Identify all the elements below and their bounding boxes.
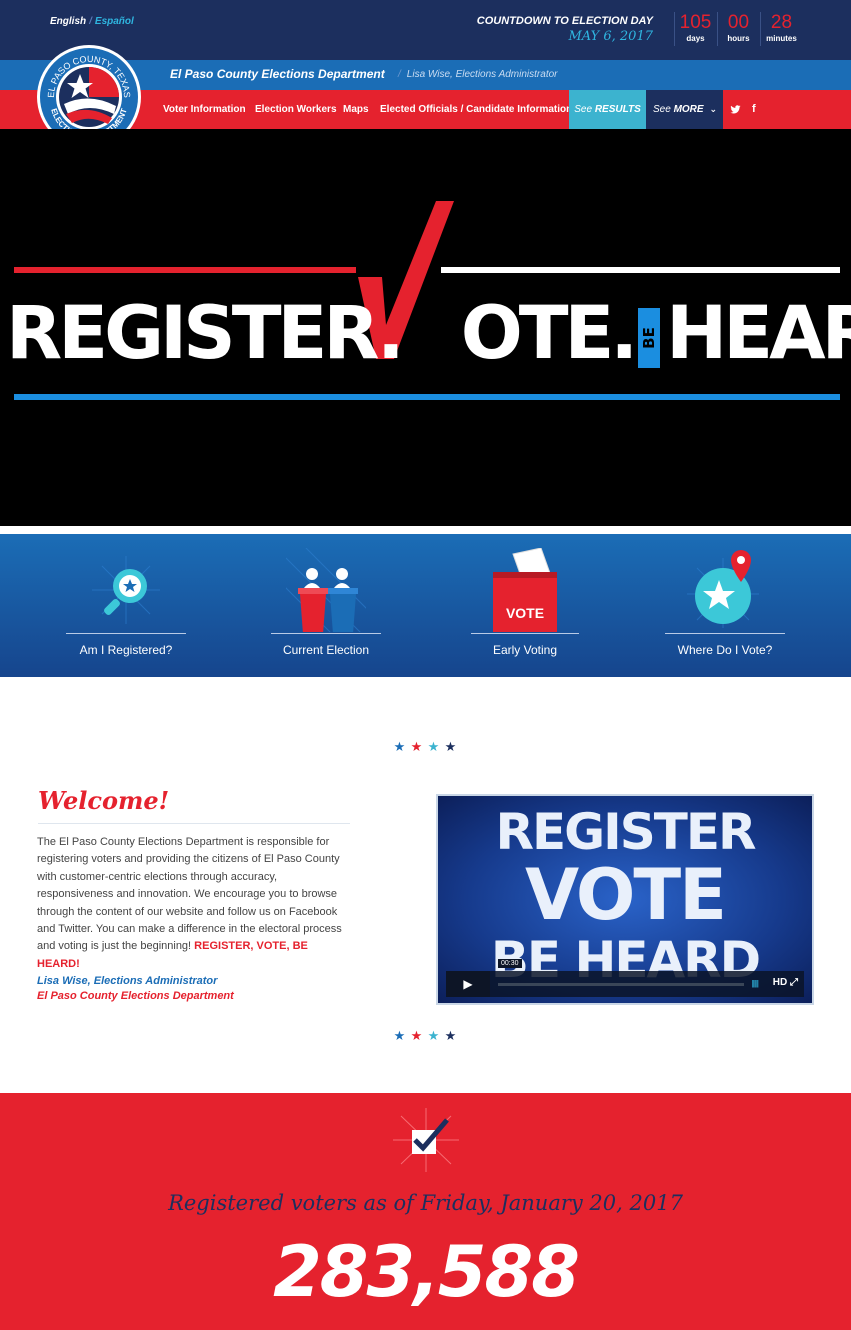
quick-link-label: Early Voting — [492, 643, 558, 657]
star-icon: ★ — [410, 739, 423, 754]
language-switcher: English / Español — [50, 16, 134, 27]
hero-be-badge: BE — [638, 307, 661, 368]
department-separator: / — [398, 69, 401, 80]
magnifier-star-icon — [92, 556, 160, 624]
star-icon: ★ — [427, 1028, 440, 1043]
quick-link-am-i-registered[interactable]: Am I Registered? — [56, 534, 196, 677]
star-icon: ★ — [444, 1028, 457, 1043]
hero-be-text: BE — [640, 327, 659, 349]
hero-white-line — [441, 267, 840, 273]
see-results-label: RESULTS — [594, 104, 641, 115]
fullscreen-icon[interactable]: ⤢ — [790, 977, 798, 988]
map-pin-star-icon — [687, 550, 759, 628]
video-line-vote: VOTE — [524, 854, 727, 936]
quick-link-rule — [665, 633, 785, 634]
see-more-prefix: See — [653, 104, 671, 115]
checkbox-icon — [393, 1108, 459, 1172]
countdown-days-unit: days — [686, 34, 705, 43]
nav-elected-officials[interactable]: Elected Officials / Candidate Informatio… — [380, 90, 572, 129]
star-icon: ★ — [393, 1028, 406, 1043]
quick-link-rule — [271, 633, 381, 634]
countdown-hours-unit: hours — [727, 34, 750, 43]
quick-link-label: Am I Registered? — [79, 643, 173, 657]
welcome-title: Welcome! — [38, 786, 170, 815]
hero-register: REGISTER. — [6, 291, 405, 376]
hero-slogan: REGISTER.OTE.BEHEARD. — [6, 289, 851, 379]
hero-red-line — [14, 267, 356, 273]
quick-link-where-do-i-vote[interactable]: Where Do I Vote? — [655, 534, 795, 677]
hd-button[interactable]: HD ⤢ — [773, 977, 798, 988]
quick-link-label: Current Election — [282, 643, 370, 657]
department-name[interactable]: El Paso County Elections Department — [170, 67, 385, 81]
volume-icon[interactable]: |||||| — [752, 979, 760, 988]
divider — [0, 526, 851, 534]
hero-banner: REGISTER.OTE.BEHEARD. — [0, 129, 851, 526]
ballot-box-icon: VOTE — [493, 548, 557, 632]
video-player[interactable]: REGISTER VOTE BE HEARD ▶ 00:30 |||||| HD… — [436, 794, 814, 1005]
nav-election-workers[interactable]: Election Workers — [255, 90, 337, 129]
ballot-box-badge: VOTE — [506, 605, 544, 621]
facebook-icon[interactable]: f — [752, 90, 756, 129]
see-more-menu[interactable]: See MORE ⌄ — [646, 90, 723, 129]
quick-link-rule — [66, 633, 186, 634]
registered-voters-count: 283,588 — [273, 1231, 580, 1313]
signature-department: El Paso County Elections Department — [37, 990, 234, 1002]
play-icon[interactable]: ▶ — [446, 971, 490, 997]
administrator-name: / Lisa Wise, Elections Administrator — [398, 69, 557, 80]
star-icon: ★ — [427, 739, 440, 754]
countdown-label: COUNTDOWN TO ELECTION DAY — [476, 15, 653, 27]
page: English / Español COUNTDOWN TO ELECTION DA… — [0, 0, 851, 1330]
quick-link-label: Where Do I Vote? — [677, 643, 773, 657]
countdown-minutes-value: 28 — [770, 12, 793, 33]
lang-separator: / — [89, 16, 92, 27]
signature-name: Lisa Wise, Elections Administrator — [37, 975, 218, 987]
nav-voter-information[interactable]: Voter Information — [163, 90, 246, 129]
see-results-prefix: See — [574, 104, 593, 115]
countdown-minutes: 28 minutes — [760, 12, 802, 46]
countdown-minutes-unit: minutes — [766, 34, 797, 43]
welcome-rule — [38, 823, 350, 824]
countdown-hours-value: 00 — [727, 12, 750, 33]
chevron-down-icon: ⌄ — [709, 104, 717, 114]
stars-divider: ★ ★ ★ ★ — [391, 1027, 461, 1043]
countdown-days-value: 105 — [679, 12, 712, 33]
administrator-label: Lisa Wise, Elections Administrator — [406, 69, 558, 80]
video-progress-bar[interactable] — [498, 983, 744, 986]
lang-english-link[interactable]: English — [50, 16, 86, 27]
countdown-days: 105 days — [674, 12, 716, 46]
podiums-icon — [286, 548, 366, 632]
quick-link-early-voting[interactable]: VOTE Early Voting — [455, 534, 595, 677]
see-more-label: MORE — [673, 104, 704, 115]
welcome-body: The El Paso County Elections Department … — [37, 834, 353, 973]
video-time: 00:30 — [498, 959, 522, 968]
welcome-paragraph: The El Paso County Elections Department … — [37, 836, 342, 953]
quick-link-current-election[interactable]: Current Election — [256, 534, 396, 677]
nav-maps[interactable]: Maps — [343, 90, 369, 129]
see-results-button[interactable]: See RESULTS — [569, 90, 646, 129]
registered-voters-section: Registered voters as of Friday, January … — [0, 1093, 851, 1330]
countdown-hours: 00 hours — [717, 12, 759, 46]
star-icon: ★ — [393, 739, 406, 754]
twitter-icon[interactable] — [730, 90, 741, 129]
quick-link-rule — [471, 633, 579, 634]
hd-label: HD — [772, 977, 788, 988]
video-controls: ▶ 00:30 |||||| HD ⤢ — [446, 959, 804, 997]
quick-links-band: Am I Registered? Current Election VOTE E… — [0, 534, 851, 677]
stars-divider: ★ ★ ★ ★ — [391, 738, 461, 754]
star-icon: ★ — [444, 739, 457, 754]
registered-voters-label: Registered voters as of Friday, January … — [168, 1191, 683, 1215]
lang-spanish-link[interactable]: Español — [95, 16, 134, 27]
hero-blue-line — [14, 394, 840, 400]
countdown-date: MAY 6, 2017 — [568, 29, 653, 44]
star-icon: ★ — [410, 1028, 423, 1043]
